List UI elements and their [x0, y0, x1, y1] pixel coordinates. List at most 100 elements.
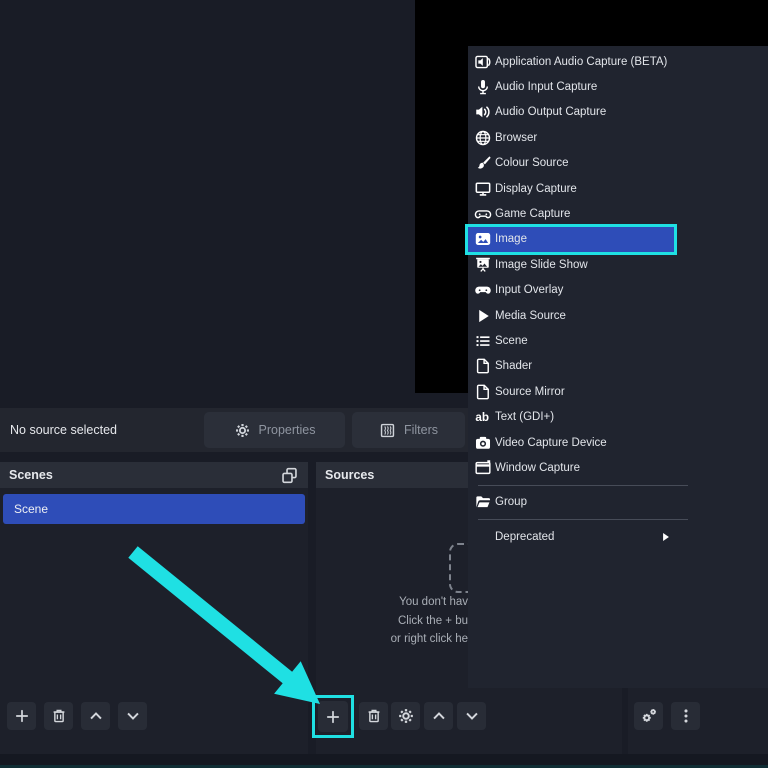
paintbrush-icon: [474, 154, 492, 172]
menu-separator: [478, 519, 688, 521]
menu-item-game-capture[interactable]: Game Capture: [468, 201, 768, 226]
file-icon: [474, 383, 492, 401]
remove-source-button[interactable]: [359, 702, 388, 730]
chevron-down-icon: [463, 707, 481, 725]
submenu-arrow-icon: [661, 532, 671, 542]
menu-item-media-source[interactable]: Media Source: [468, 303, 768, 328]
add-source-button[interactable]: [318, 701, 348, 732]
gamepad-icon: [474, 281, 492, 299]
menu-item-label: Scene: [495, 334, 528, 347]
menu-item-group[interactable]: Group: [468, 490, 768, 515]
image-icon: [474, 230, 492, 248]
monitor-icon: [474, 180, 492, 198]
source-move-down-button[interactable]: [457, 702, 486, 730]
advanced-audio-button[interactable]: [634, 702, 663, 730]
empty-line-2: Click the + bu: [398, 614, 468, 627]
scene-move-up-button[interactable]: [81, 702, 110, 730]
empty-sources-text: You don't hav Click the + bu or right cl…: [316, 593, 468, 649]
menu-item-label: Deprecated: [495, 530, 555, 543]
filter-icon: [379, 422, 396, 439]
filters-label: Filters: [403, 423, 439, 437]
gear-icon: [234, 422, 251, 439]
scene-label: Scene: [14, 502, 49, 516]
gears-icon: [640, 707, 658, 725]
gear-icon: [397, 707, 415, 725]
menu-item-image-slide-show[interactable]: Image Slide Show: [468, 252, 768, 277]
menu-item-browser[interactable]: Browser: [468, 125, 768, 150]
properties-button[interactable]: Properties: [204, 412, 345, 448]
globe-icon: [474, 129, 492, 147]
microphone-icon: [474, 78, 492, 96]
window-icon: [474, 459, 492, 477]
menu-item-source-mirror[interactable]: Source Mirror: [468, 379, 768, 404]
slideshow-icon: [474, 256, 492, 274]
menu-item-label: Window Capture: [495, 461, 581, 474]
menu-item-label: Source Mirror: [495, 385, 565, 398]
source-move-up-button[interactable]: [424, 702, 453, 730]
menu-item-label: Audio Output Capture: [495, 106, 607, 119]
menu-item-video-capture-device[interactable]: Video Capture Device: [468, 430, 768, 455]
menu-item-image[interactable]: Image: [465, 223, 677, 256]
menu-item-input-overlay[interactable]: Input Overlay: [468, 278, 768, 303]
menu-item-text-gdi[interactable]: ab Text (GDI+): [468, 404, 768, 429]
menu-item-audio-input-capture[interactable]: Audio Input Capture: [468, 74, 768, 99]
scenes-header: Scenes: [0, 462, 308, 488]
trash-icon: [50, 707, 68, 725]
chevron-up-icon: [87, 707, 105, 725]
scenes-title: Scenes: [9, 468, 53, 482]
menu-item-label: Input Overlay: [495, 284, 564, 297]
menu-item-colour-source[interactable]: Colour Source: [468, 151, 768, 176]
remove-scene-button[interactable]: [44, 702, 73, 730]
menu-item-deprecated[interactable]: Deprecated: [468, 524, 768, 549]
empty-line-1: You don't hav: [399, 596, 468, 608]
menu-item-application-audio-capture-beta[interactable]: Application Audio Capture (BETA): [468, 49, 768, 74]
play-icon: [474, 307, 492, 325]
sources-title: Sources: [325, 468, 375, 482]
menu-item-label: Group: [495, 496, 527, 509]
plus-icon: [13, 707, 31, 725]
speaker-icon: [474, 103, 492, 121]
menu-item-label: Shader: [495, 360, 533, 373]
add-source-highlight-box: [312, 695, 354, 738]
trash-icon: [365, 707, 383, 725]
empty-line-3: or right click he: [390, 633, 468, 645]
menu-item-label: Video Capture Device: [495, 436, 607, 449]
filters-button[interactable]: Filters: [352, 412, 465, 448]
svg-text:ab: ab: [475, 411, 489, 424]
no-source-selected-text: No source selected: [10, 423, 118, 437]
menu-item-label: Audio Input Capture: [495, 81, 598, 94]
menu-item-label: Colour Source: [495, 157, 569, 170]
source-properties-button[interactable]: [391, 702, 420, 730]
camera-icon: [474, 434, 492, 452]
app-audio-capture-icon: [474, 53, 492, 71]
menu-item-label: Browser: [495, 131, 538, 144]
add-source-menu: Application Audio Capture (BETA) Audio In…: [465, 46, 768, 688]
menu-item-label: Text (GDI+): [495, 411, 555, 424]
scene-list-item[interactable]: Scene: [3, 494, 305, 524]
file-icon: [474, 357, 492, 375]
folder-icon: [474, 493, 492, 511]
menu-item-label: Game Capture: [495, 208, 571, 221]
menu-item-label: Application Audio Capture (BETA): [495, 55, 668, 68]
add-scene-button[interactable]: [7, 702, 36, 730]
obs-window: No source selected Properties Filters Sc…: [0, 0, 768, 768]
menu-item-label: Image: [495, 233, 527, 246]
menu-item-label: Media Source: [495, 309, 566, 322]
menu-separator: [478, 484, 688, 486]
kebab-menu-icon: [677, 707, 695, 725]
menu-item-display-capture[interactable]: Display Capture: [468, 176, 768, 201]
menu-item-shader[interactable]: Shader: [468, 354, 768, 379]
chevron-up-icon: [430, 707, 448, 725]
duplicate-scene-icon[interactable]: [280, 466, 299, 485]
mixer-menu-button[interactable]: [671, 702, 700, 730]
properties-label: Properties: [258, 423, 316, 437]
chevron-down-icon: [124, 707, 142, 725]
menu-item-scene[interactable]: Scene: [468, 328, 768, 353]
list-icon: [474, 332, 492, 350]
text-ab-icon: ab: [474, 408, 492, 426]
scene-move-down-button[interactable]: [118, 702, 147, 730]
plus-icon: [324, 708, 342, 726]
menu-item-window-capture[interactable]: Window Capture: [468, 455, 768, 480]
menu-item-label: Display Capture: [495, 182, 577, 195]
menu-item-audio-output-capture[interactable]: Audio Output Capture: [468, 100, 768, 125]
